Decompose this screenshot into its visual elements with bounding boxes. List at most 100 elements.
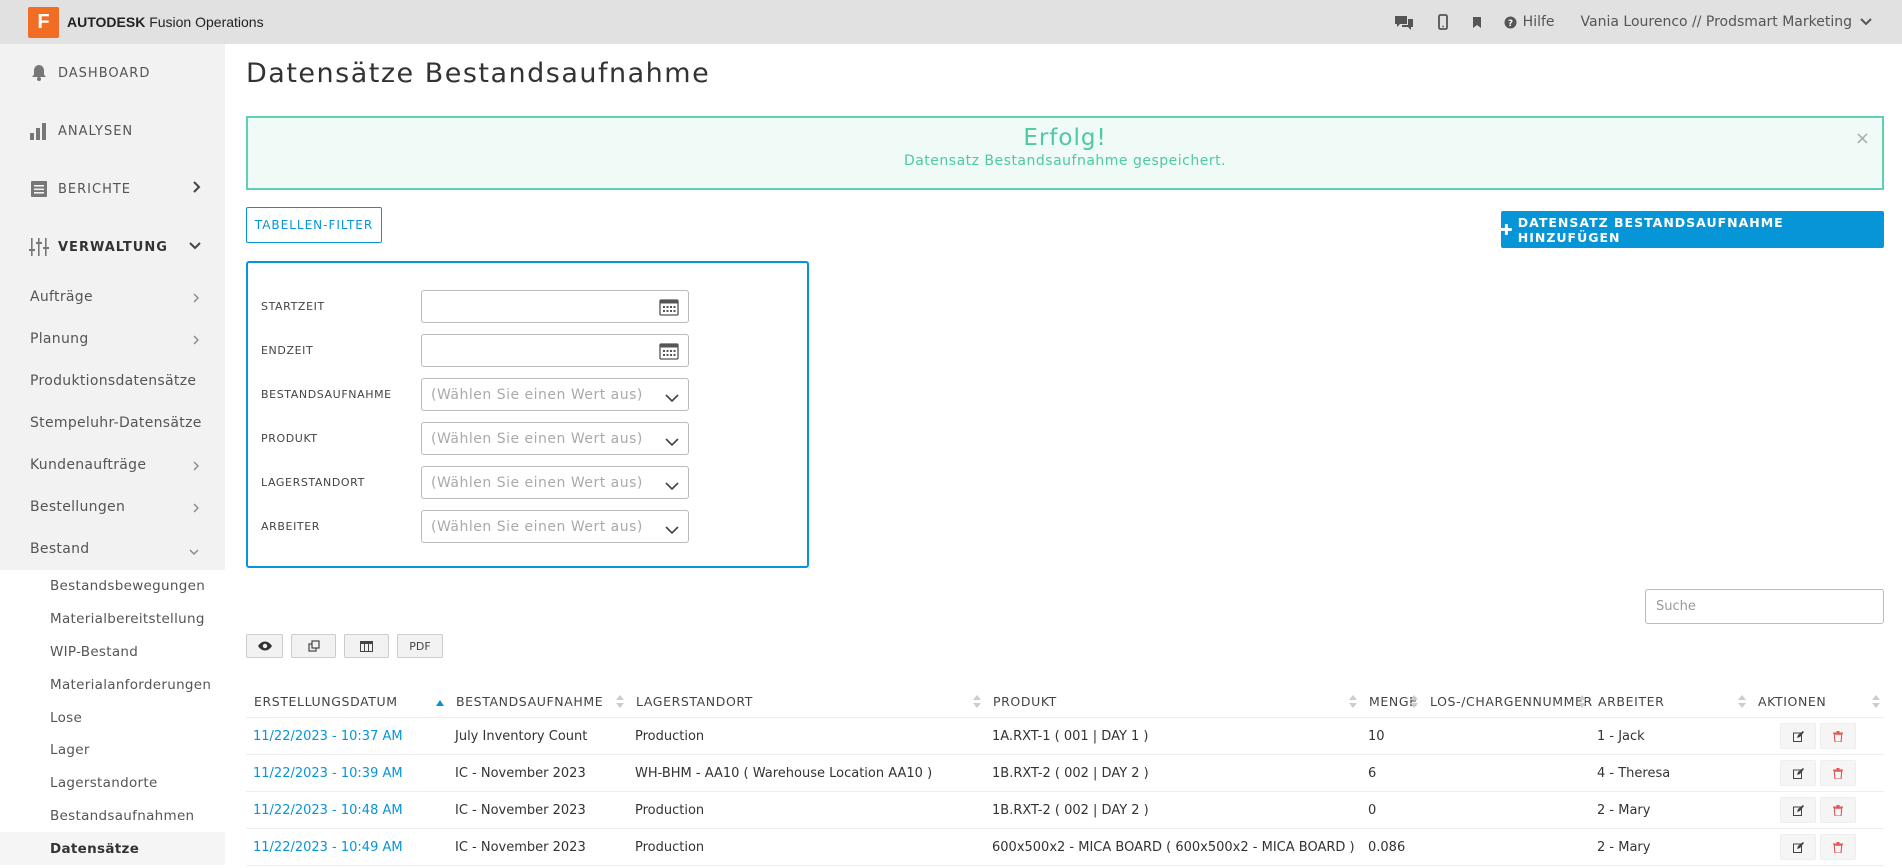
row-date-link[interactable]: 11/22/2023 - 10:48 AM — [246, 803, 448, 818]
col-arbeiter[interactable]: ARBEITER — [1590, 686, 1750, 718]
app-title: AUTODESK Fusion Operations — [67, 14, 264, 30]
edit-button[interactable] — [1780, 797, 1816, 823]
delete-button[interactable] — [1820, 723, 1856, 749]
edit-button[interactable] — [1780, 834, 1816, 860]
sidebar-item-lose[interactable]: Lose — [0, 701, 225, 734]
table-row: 11/22/2023 - 10:37 AM July Inventory Cou… — [246, 718, 1884, 755]
brand-rest: Fusion Operations — [145, 14, 264, 30]
sidebar-item-wip-bestand[interactable]: WIP-Bestand — [0, 636, 225, 669]
sidebar-item-lagerstandorte[interactable]: Lagerstandorte — [0, 767, 225, 800]
endzeit-input[interactable] — [421, 334, 689, 367]
table-toolbar: PDF — [246, 634, 443, 658]
sidebar-item-bestand[interactable]: Bestand — [0, 528, 225, 570]
trash-icon — [1833, 730, 1843, 742]
table-header: ERSTELLUNGSDATUM BESTANDSAUFNAHME LAGERS… — [246, 686, 1884, 718]
delete-button[interactable] — [1820, 834, 1856, 860]
arbeiter-select[interactable]: (Wählen Sie einen Wert aus) — [421, 510, 689, 543]
sidebar-item-verwaltung[interactable]: VERWALTUNG — [0, 218, 225, 276]
row-date-link[interactable]: 11/22/2023 - 10:39 AM — [246, 766, 448, 781]
col-bestandsaufnahme[interactable]: BESTANDSAUFNAHME — [448, 686, 628, 718]
calendar-icon[interactable] — [659, 342, 679, 364]
user-menu[interactable]: Vania Lourenco // Prodsmart Marketing — [1569, 14, 1872, 30]
row-menge: 0.086 — [1368, 839, 1406, 855]
table-filter-button[interactable]: TABELLEN-FILTER — [246, 207, 382, 243]
sidebar-item-datensaetze[interactable]: Datensätze — [0, 832, 225, 866]
col-los-chargennummer[interactable]: LOS-/CHARGENNUMMER — [1422, 686, 1592, 718]
sidebar-item-label: BERICHTE — [58, 181, 132, 197]
sort-icon — [973, 694, 981, 711]
col-aktionen[interactable]: AKTIONEN — [1750, 686, 1884, 718]
sliders-icon — [28, 237, 50, 257]
csv-button[interactable] — [344, 634, 389, 658]
edit-icon — [1792, 841, 1804, 853]
row-date-link[interactable]: 11/22/2023 - 10:37 AM — [246, 729, 448, 744]
search-input[interactable]: Suche — [1645, 589, 1884, 624]
sidebar-item-materialbereitstellung[interactable]: Materialbereitstellung — [0, 603, 225, 636]
sidebar-item-lager[interactable]: Lager — [0, 734, 225, 767]
add-record-label: DATENSATZ BESTANDSAUFNAHME HINZUFÜGEN — [1517, 214, 1784, 245]
copy-button[interactable] — [291, 634, 336, 658]
chevron-right-icon — [193, 459, 199, 475]
select-placeholder: (Wählen Sie einen Wert aus) — [431, 386, 643, 403]
sidebar-item-label: VERWALTUNG — [58, 239, 168, 255]
sidebar-item-bestellungen[interactable]: Bestellungen — [0, 486, 225, 528]
chevron-down-icon — [665, 479, 679, 495]
header-label: ARBEITER — [1598, 694, 1665, 709]
chat-icon[interactable] — [1382, 0, 1426, 44]
select-placeholder: (Wählen Sie einen Wert aus) — [431, 430, 643, 447]
col-menge[interactable]: MENGE — [1361, 686, 1422, 718]
sidebar: DASHBOARD ANALYSEN BERICHTE VERWALTUNG A… — [0, 44, 225, 868]
calendar-icon[interactable] — [659, 298, 679, 320]
edit-button[interactable] — [1780, 760, 1816, 786]
sidebar-item-analysen[interactable]: ANALYSEN — [0, 102, 225, 160]
bestandsaufnahme-select[interactable]: (Wählen Sie einen Wert aus) — [421, 378, 689, 411]
add-record-button[interactable]: DATENSATZ BESTANDSAUFNAHME HINZUFÜGEN — [1501, 211, 1884, 248]
edit-button[interactable] — [1780, 723, 1816, 749]
chevron-down-icon — [189, 239, 201, 254]
table-icon — [360, 640, 373, 652]
row-lagerstandort: Production — [635, 728, 705, 744]
sidebar-item-kundenauftraege[interactable]: Kundenaufträge — [0, 444, 225, 486]
sidebar-item-produktionsdatensaetze[interactable]: Produktionsdatensätze — [0, 360, 225, 402]
row-arbeiter: 2 - Mary — [1597, 839, 1651, 855]
bookmark-icon[interactable] — [1460, 0, 1494, 44]
table-row: 11/22/2023 - 10:39 AM IC - November 2023… — [246, 755, 1884, 792]
row-bestandsaufnahme: IC - November 2023 — [455, 802, 586, 818]
col-erstellungsdatum[interactable]: ERSTELLUNGSDATUM — [246, 686, 448, 718]
svg-text:?: ? — [1508, 19, 1513, 29]
chevron-right-icon — [193, 333, 199, 349]
sidebar-item-stempeluhr[interactable]: Stempeluhr-Datensätze — [0, 402, 225, 444]
sidebar-item-materialanforderungen[interactable]: Materialanforderungen — [0, 668, 225, 701]
column-visibility-button[interactable] — [246, 634, 283, 658]
col-produkt[interactable]: PRODUKT — [985, 686, 1361, 718]
close-icon[interactable]: × — [1855, 128, 1870, 149]
startzeit-input[interactable] — [421, 290, 689, 323]
pdf-button[interactable]: PDF — [397, 634, 443, 658]
delete-button[interactable] — [1820, 760, 1856, 786]
lagerstandort-select[interactable]: (Wählen Sie einen Wert aus) — [421, 466, 689, 499]
header-label: PRODUKT — [993, 694, 1057, 709]
sidebar-item-dashboard[interactable]: DASHBOARD — [0, 44, 225, 102]
success-alert: Erfolg! Datensatz Bestandsaufnahme gespe… — [246, 116, 1884, 190]
row-arbeiter: 4 - Theresa — [1597, 765, 1671, 781]
bar-chart-icon — [28, 122, 50, 140]
app-logo[interactable]: F AUTODESK Fusion Operations — [28, 6, 264, 38]
sidebar-item-bestandsaufnahmen[interactable]: Bestandsaufnahmen — [0, 800, 225, 833]
sort-icon — [1410, 694, 1418, 711]
sidebar-item-berichte[interactable]: BERICHTE — [0, 160, 225, 218]
sidebar-item-auftraege[interactable]: Aufträge — [0, 276, 225, 318]
sidebar-item-label: ANALYSEN — [58, 123, 134, 139]
sidebar-item-bestandsbewegungen[interactable]: Bestandsbewegungen — [0, 570, 225, 603]
help-link[interactable]: ? Hilfe — [1494, 14, 1569, 30]
sidebar-item-label: Stempeluhr-Datensätze — [30, 415, 202, 431]
mobile-icon[interactable] — [1426, 0, 1460, 44]
chevron-down-icon — [665, 391, 679, 407]
row-produkt: 600x500x2 - MICA BOARD ( 600x500x2 - MIC… — [992, 839, 1355, 855]
row-date-link[interactable]: 11/22/2023 - 10:49 AM — [246, 840, 448, 855]
delete-button[interactable] — [1820, 797, 1856, 823]
sidebar-item-planung[interactable]: Planung — [0, 318, 225, 360]
col-lagerstandort[interactable]: LAGERSTANDORT — [628, 686, 985, 718]
chevron-right-icon — [193, 181, 201, 197]
produkt-select[interactable]: (Wählen Sie einen Wert aus) — [421, 422, 689, 455]
sidebar-item-label: DASHBOARD — [58, 65, 151, 81]
